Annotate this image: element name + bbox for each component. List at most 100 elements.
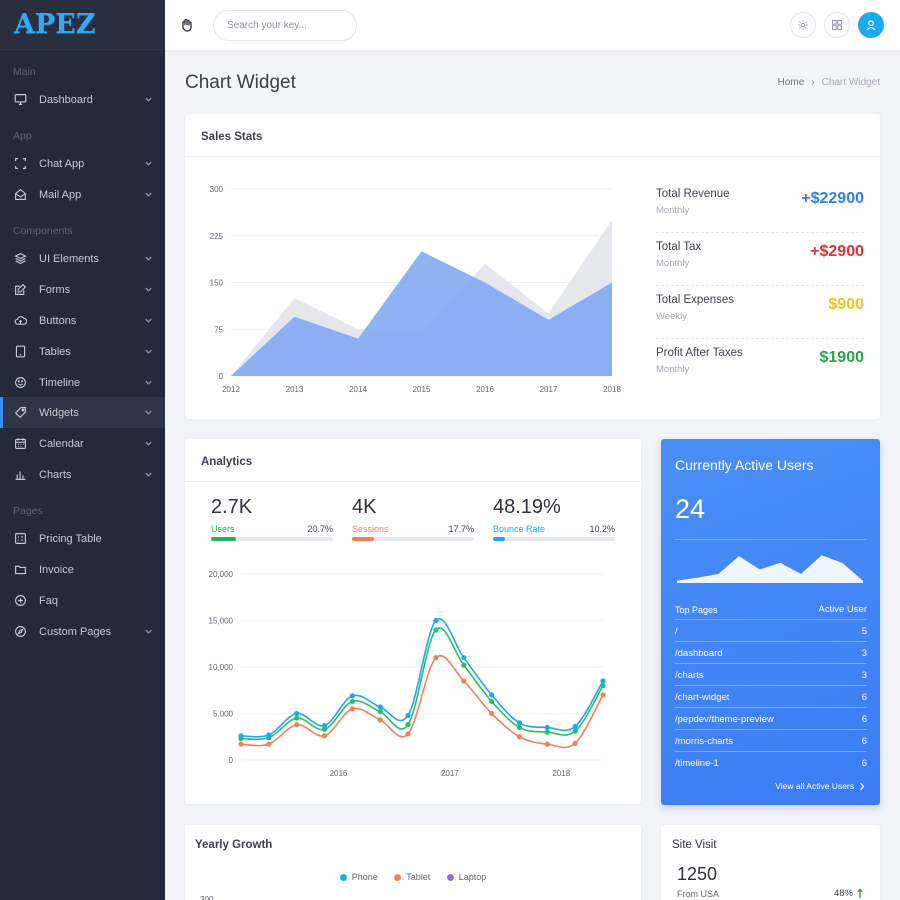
list-item[interactable]: /morris-charts 6 xyxy=(675,730,867,752)
stat-value: +$22900 xyxy=(801,190,864,207)
metric-progress-fill xyxy=(211,537,237,541)
sidebar-item-tables[interactable]: Tables xyxy=(0,336,165,367)
data-point xyxy=(572,728,578,734)
bar-chart-icon xyxy=(13,468,27,482)
metric-percent: 20.7% xyxy=(307,524,333,534)
data-point xyxy=(489,698,495,705)
site-visit-card: Site Visit 1250 From USA 48% xyxy=(661,825,880,900)
page-users: 6 xyxy=(861,714,867,725)
data-point xyxy=(433,655,439,661)
sidebar-item-chat-app[interactable]: Chat App xyxy=(0,148,165,179)
app-logo[interactable]: APEZ xyxy=(14,9,96,40)
data-point xyxy=(461,655,467,661)
sidebar-item-mail-app[interactable]: Mail App xyxy=(0,179,165,210)
analytics-card: Analytics 2.7K Users 20.7% 4K Sessions 1… xyxy=(185,439,641,804)
stat-period: Weekly xyxy=(656,311,687,322)
legend-tablet[interactable]: Tablet xyxy=(394,872,430,882)
apps-button[interactable] xyxy=(824,12,850,38)
folder-icon xyxy=(13,563,27,577)
apps-grid-icon xyxy=(832,20,842,30)
stat-label: Total Expenses xyxy=(656,294,734,306)
divider xyxy=(675,539,867,540)
stat-total-tax: Total Tax Monthly +$2900 xyxy=(656,233,864,286)
data-point xyxy=(349,698,355,705)
list-item[interactable]: /charts 3 xyxy=(675,664,867,686)
sidebar-item-calendar[interactable]: Calendar xyxy=(0,428,165,459)
stat-period: Monthly xyxy=(656,205,690,216)
sidebar-section-pages: Pages xyxy=(13,505,43,517)
view-all-active-users-link[interactable]: View all Active Users xyxy=(775,781,866,791)
sidebar-item-ui-elements[interactable]: UI Elements xyxy=(0,243,165,274)
breadcrumb: Home › Chart Widget xyxy=(778,77,880,88)
data-point xyxy=(433,617,439,624)
user-menu-button[interactable] xyxy=(858,12,884,38)
site-visit-percent: 48% xyxy=(833,888,853,899)
calendar-icon xyxy=(13,437,27,451)
sidebar-section-components: Components xyxy=(13,225,73,237)
y-tick-label: 10,000 xyxy=(209,663,234,672)
stat-label: Total Tax xyxy=(656,241,702,253)
divider xyxy=(185,481,641,482)
sidebar-item-charts[interactable]: Charts xyxy=(0,459,165,490)
breadcrumb-current: Chart Widget xyxy=(821,77,880,88)
sidebar-item-buttons[interactable]: Buttons xyxy=(0,305,165,336)
card-title: Analytics xyxy=(201,456,253,468)
y-tick-label: 5,000 xyxy=(213,710,234,719)
stat-value: $900 xyxy=(828,296,864,313)
y-tick-label: 150 xyxy=(210,279,224,288)
sidebar-item-timeline[interactable]: Timeline xyxy=(0,367,165,398)
legend-laptop[interactable]: Laptop xyxy=(446,872,487,882)
plus-circle-icon xyxy=(13,594,27,608)
sidebar-item-pricing-table[interactable]: Pricing Table xyxy=(0,523,165,554)
sidebar-item-invoice[interactable]: Invoice xyxy=(0,554,165,585)
metric-progress xyxy=(211,537,333,541)
page-users: 3 xyxy=(861,670,867,681)
list-item[interactable]: /timeline-1 6 xyxy=(675,752,867,774)
stat-total-expenses: Total Expenses Weekly $900 xyxy=(656,286,864,339)
sidebar-item-dashboard[interactable]: Dashboard xyxy=(0,84,165,115)
data-point xyxy=(321,722,328,729)
card-title: Yearly Growth xyxy=(195,839,273,851)
breadcrumb-home[interactable]: Home xyxy=(778,77,805,88)
data-point xyxy=(516,720,523,726)
menu-toggle-icon[interactable] xyxy=(180,17,196,33)
legend-phone[interactable]: Phone xyxy=(339,872,378,882)
sidebar-item-custom-pages[interactable]: Custom Pages xyxy=(0,616,165,647)
list-item[interactable]: /chart-widget 6 xyxy=(675,686,867,708)
x-tick-label: 2014 xyxy=(349,385,367,394)
active-users-card: Currently Active Users 24 Top Pages Acti… xyxy=(661,439,880,805)
chevron-down-icon xyxy=(145,318,152,323)
legend-label: Tablet xyxy=(406,872,431,882)
sidebar-item-label: UI Elements xyxy=(39,252,99,265)
sidebar-item-faq[interactable]: Faq xyxy=(0,585,165,616)
data-point xyxy=(377,709,383,715)
sidebar-item-forms[interactable]: Forms xyxy=(0,274,165,305)
sidebar-section-app: App xyxy=(13,130,32,142)
data-point xyxy=(600,692,606,698)
page-path: /morris-charts xyxy=(675,736,734,747)
list-item[interactable]: /5 xyxy=(675,620,867,642)
search-input[interactable] xyxy=(213,10,357,41)
data-point xyxy=(349,693,355,699)
top-pages-header: Top Pages Active User xyxy=(675,604,867,615)
settings-button[interactable] xyxy=(790,12,816,38)
data-point xyxy=(433,627,439,633)
sidebar-item-widgets[interactable]: Widgets xyxy=(0,397,165,428)
metric-bounce-rate: 48.19% Bounce Rate 10.2% xyxy=(493,496,615,541)
chevron-down-icon xyxy=(145,287,152,292)
data-point xyxy=(266,741,272,747)
legend-dot xyxy=(446,874,454,882)
chevron-right-icon xyxy=(860,782,865,790)
metric-value: 4K xyxy=(352,496,377,518)
legend-label: Laptop xyxy=(458,872,487,882)
data-point xyxy=(544,729,550,735)
topbar xyxy=(165,0,900,50)
page-path: /dashboard xyxy=(675,648,723,659)
link-label: View all Active Users xyxy=(775,781,854,791)
user-icon xyxy=(866,20,876,31)
chevron-down-icon xyxy=(145,441,152,446)
list-item[interactable]: /pepdev/theme-preview 6 xyxy=(675,708,867,730)
list-item[interactable]: /dashboard 3 xyxy=(675,642,867,664)
sidebar-item-label: Calendar xyxy=(39,437,84,450)
data-point xyxy=(377,717,383,723)
